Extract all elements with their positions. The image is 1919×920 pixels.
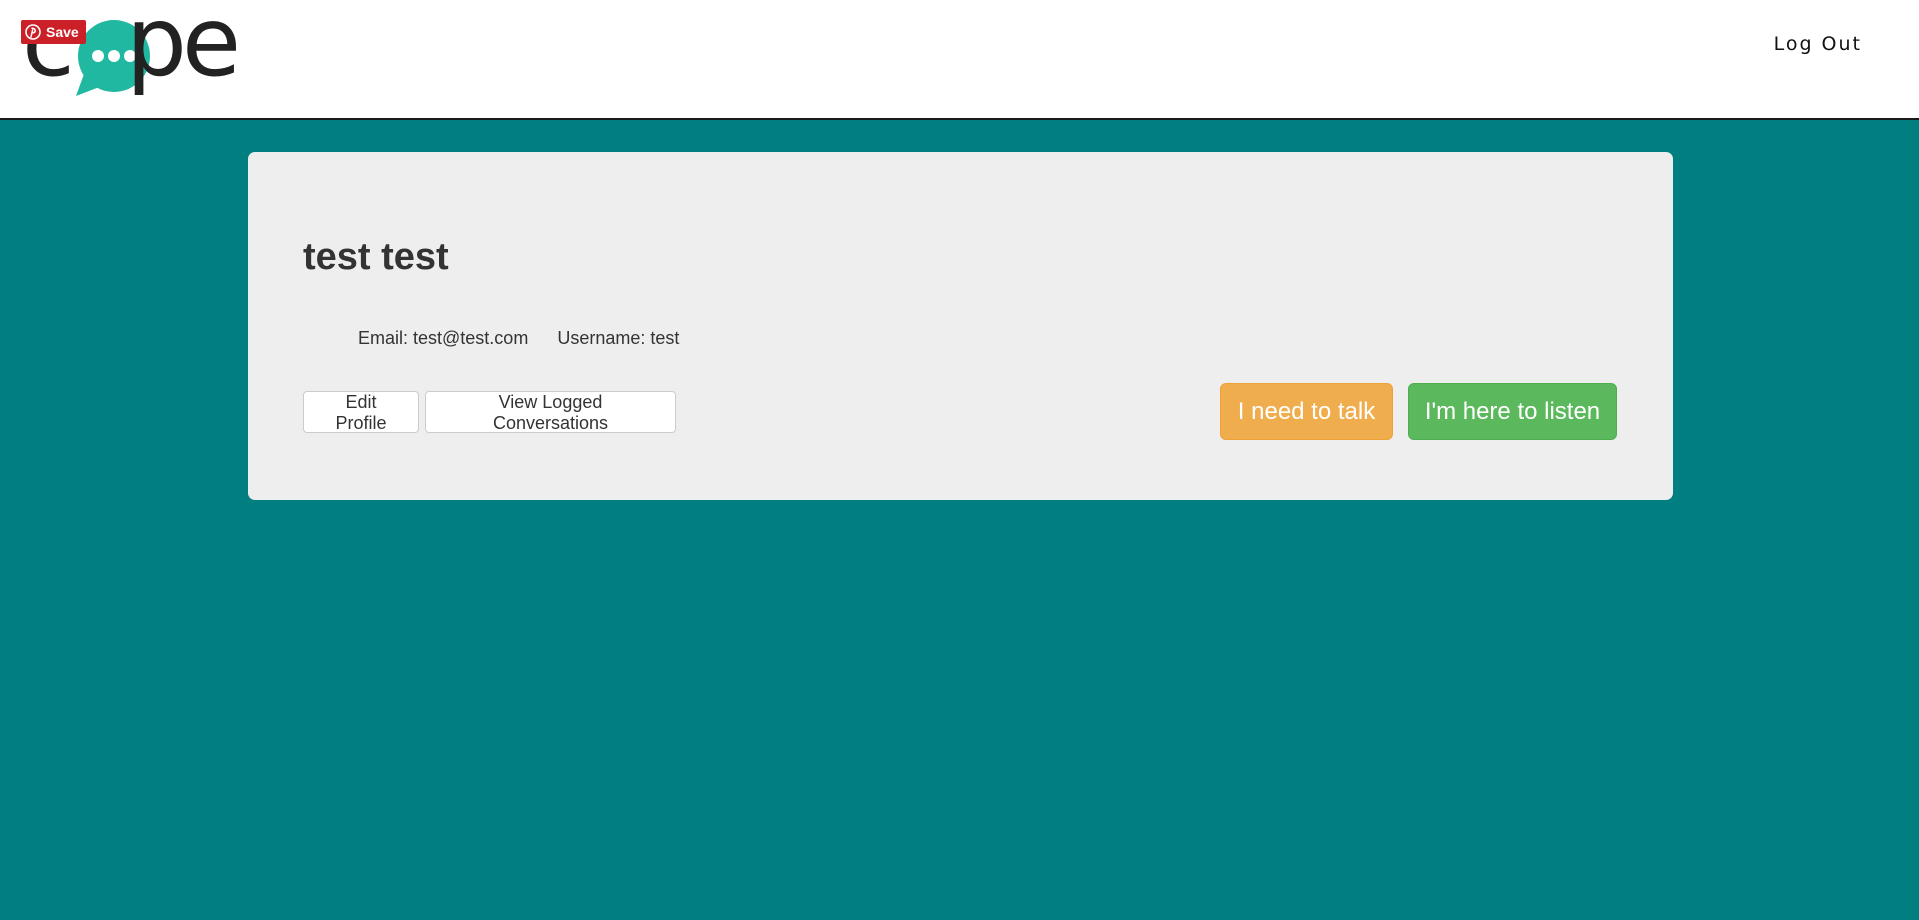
profile-name: test test [303, 236, 449, 278]
pinterest-icon [25, 24, 41, 40]
logo-letter-p: p [126, 0, 187, 98]
cope-logo[interactable]: c p e [22, 0, 242, 100]
profile-info-row: Email: test@test.com Username: test [358, 328, 679, 349]
profile-email: Email: test@test.com [358, 328, 529, 348]
header-bar: c p e Save Log Out [0, 0, 1919, 120]
view-logged-conversations-button[interactable]: View Logged Conversations [425, 391, 676, 433]
profile-username: Username: test [557, 328, 680, 348]
pinterest-save-label: Save [46, 24, 79, 40]
pinterest-save-button[interactable]: Save [21, 20, 86, 44]
need-to-talk-button[interactable]: I need to talk [1220, 383, 1393, 440]
profile-card: test test Email: test@test.com Username:… [248, 152, 1673, 500]
logout-link[interactable]: Log Out [1774, 33, 1862, 55]
here-to-listen-button[interactable]: I'm here to listen [1408, 383, 1617, 440]
edit-profile-button[interactable]: Edit Profile [303, 391, 419, 433]
logo-letter-e: e [182, 0, 242, 98]
